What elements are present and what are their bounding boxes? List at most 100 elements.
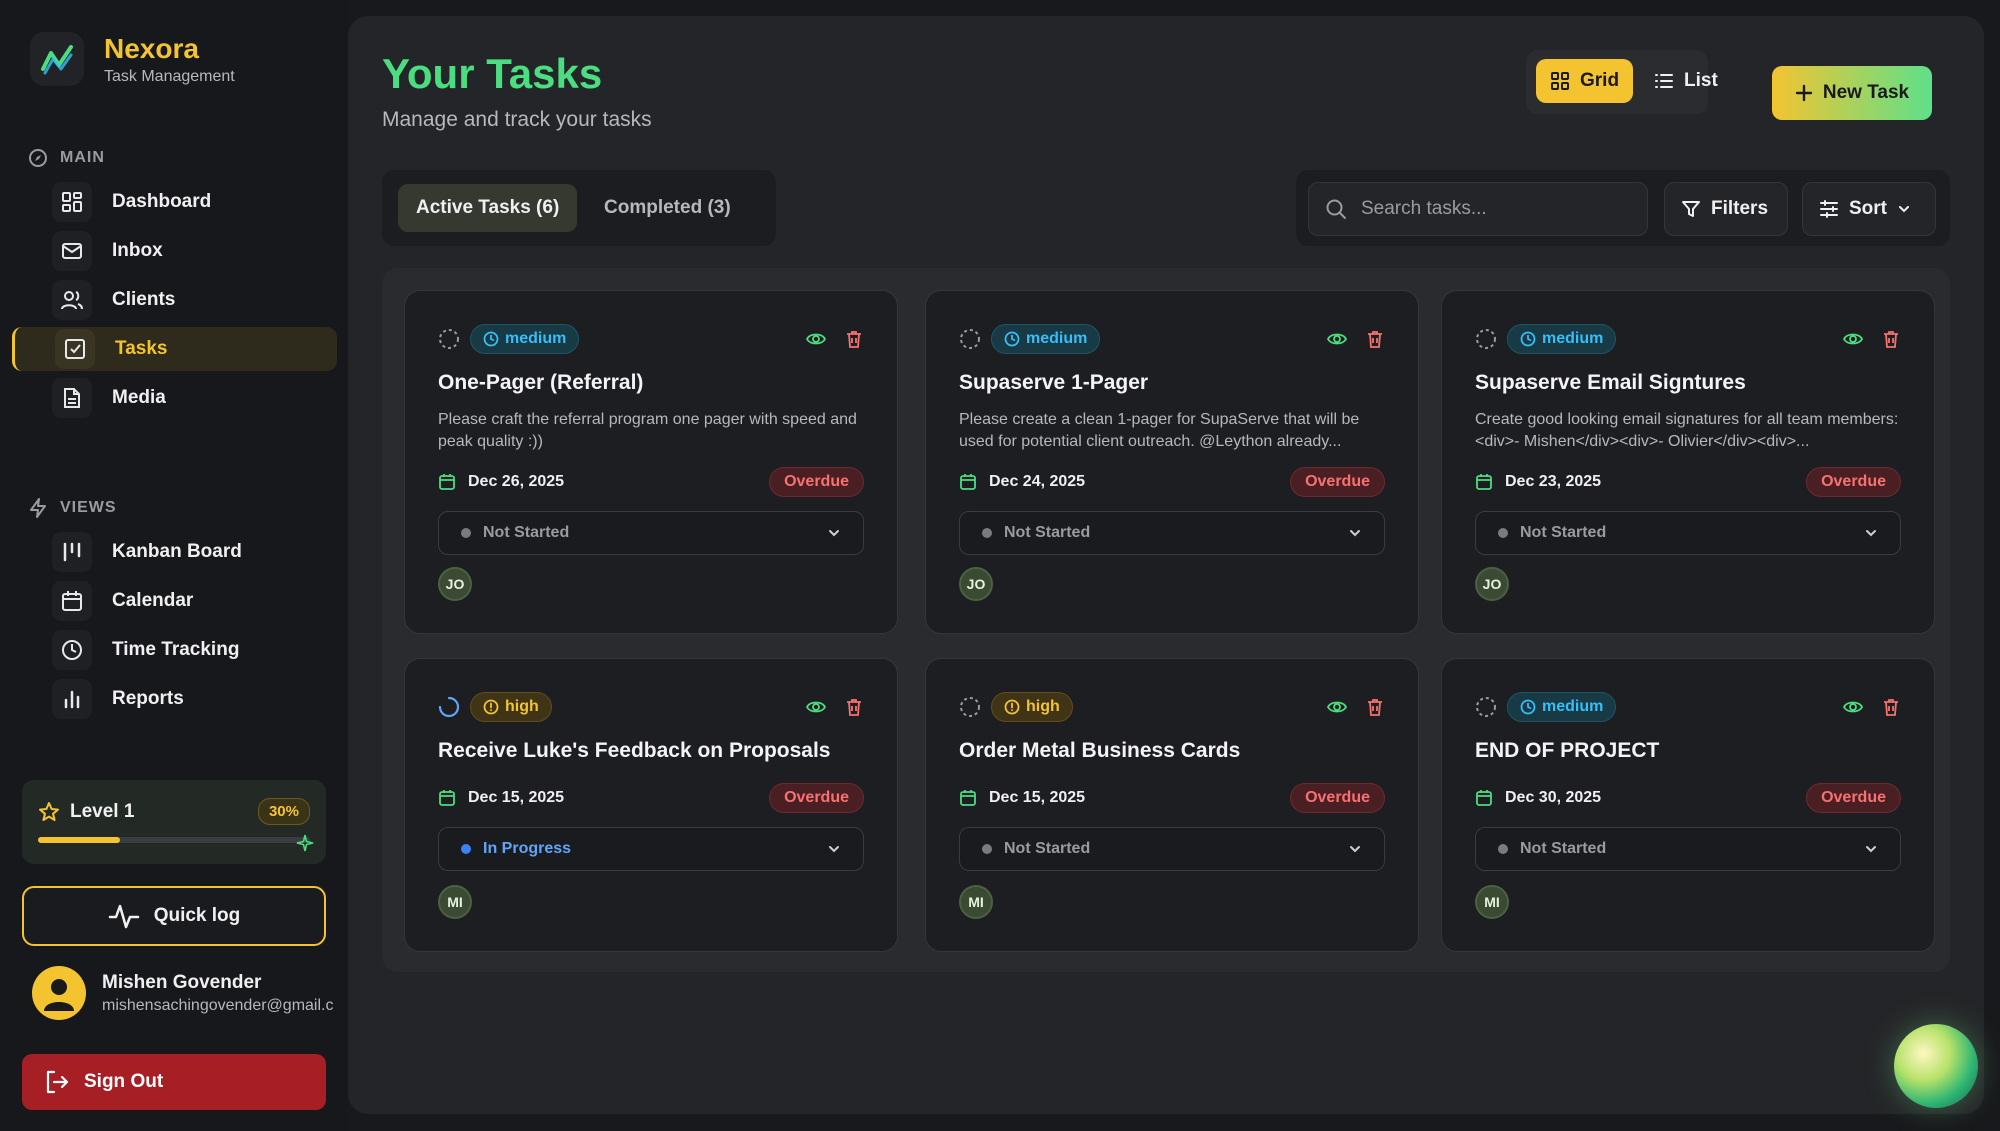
task-title: Supaserve 1-Pager <box>959 371 1149 394</box>
priority-badge: high <box>470 692 552 722</box>
sidebar-item-inbox[interactable]: Inbox <box>12 229 337 273</box>
task-card[interactable]: medium Supaserve Email Signtures Create … <box>1441 290 1935 634</box>
assistant-orb-button[interactable] <box>1894 1024 1978 1108</box>
trash-icon[interactable] <box>1881 329 1901 349</box>
priority-badge: high <box>991 692 1073 722</box>
eye-icon[interactable] <box>806 329 826 349</box>
assignee-avatar[interactable]: MI <box>959 885 993 919</box>
tab-active-tasks[interactable]: Active Tasks (6) <box>398 184 578 232</box>
sidebar-item-kanban-board[interactable]: Kanban Board <box>12 530 337 574</box>
task-card[interactable]: high Receive Luke's Feedback on Proposal… <box>404 658 898 952</box>
status-circle-icon[interactable] <box>1475 696 1497 718</box>
users-icon <box>52 280 92 320</box>
view-grid-button[interactable]: Grid <box>1536 59 1634 103</box>
overdue-badge: Overdue <box>1806 467 1901 497</box>
plus-icon <box>1795 84 1813 102</box>
sidebar-item-reports[interactable]: Reports <box>12 677 337 721</box>
trash-icon[interactable] <box>1365 329 1385 349</box>
status-dot <box>982 528 992 538</box>
view-list-button[interactable]: List <box>1640 59 1732 103</box>
task-card[interactable]: medium END OF PROJECT Dec 30, 2025 Overd… <box>1441 658 1935 952</box>
sidebar-item-time-tracking[interactable]: Time Tracking <box>12 628 337 672</box>
new-task-button[interactable]: New Task <box>1772 66 1932 120</box>
trash-icon[interactable] <box>844 697 864 717</box>
calendar-icon <box>1476 474 1492 490</box>
task-card[interactable]: medium One-Pager (Referral) Please craft… <box>404 290 898 634</box>
status-value: Not Started <box>483 524 570 541</box>
sidebar-item-label: Calendar <box>112 590 194 611</box>
sidebar-item-calendar[interactable]: Calendar <box>12 579 337 623</box>
sidebar-item-clients[interactable]: Clients <box>12 278 337 322</box>
status-select[interactable]: In Progress <box>438 827 864 871</box>
eye-icon[interactable] <box>1843 329 1863 349</box>
quick-log-label: Quick log <box>153 905 241 926</box>
user-email: mishensachingovender@gmail.c <box>102 996 334 1014</box>
priority-label: medium <box>1542 330 1604 347</box>
brand[interactable]: Nexora Task Management <box>30 32 235 86</box>
sort-button[interactable]: Sort <box>1802 182 1936 236</box>
bar-chart-icon <box>52 679 92 719</box>
chevron-down-icon <box>1866 846 1876 853</box>
priority-badge: medium <box>470 324 580 354</box>
task-title: Supaserve Email Signtures <box>1475 371 1746 394</box>
quick-log-button[interactable]: Quick log <box>22 886 326 946</box>
status-circle-icon[interactable] <box>438 328 460 350</box>
section-main-label: MAIN <box>60 149 105 166</box>
priority-label: medium <box>1542 698 1604 715</box>
user-name: Mishen Govender <box>102 971 262 993</box>
status-circle-icon[interactable] <box>959 696 981 718</box>
status-circle-icon[interactable] <box>1475 328 1497 350</box>
task-card[interactable]: medium Supaserve 1-Pager Please create a… <box>925 290 1419 634</box>
eye-icon[interactable] <box>1843 697 1863 717</box>
eye-icon[interactable] <box>1327 697 1347 717</box>
status-dot <box>461 844 471 854</box>
assignee-avatar[interactable]: JO <box>959 567 993 601</box>
search-icon <box>1326 199 1346 219</box>
status-value: Not Started <box>1520 524 1607 541</box>
status-circle-icon[interactable] <box>959 328 981 350</box>
clock-icon <box>1520 699 1536 715</box>
priority-label: high <box>1026 698 1060 715</box>
sidebar-item-tasks[interactable]: Tasks <box>12 327 337 371</box>
task-due-date: Dec 15, 2025 <box>989 789 1086 806</box>
task-tabs: Active Tasks (6) Completed (3) <box>382 170 776 246</box>
filters-button[interactable]: Filters <box>1664 182 1788 236</box>
status-select[interactable]: Not Started <box>1475 511 1901 555</box>
alert-circle-icon <box>483 699 499 715</box>
assignee-avatar[interactable]: MI <box>1475 885 1509 919</box>
status-select[interactable]: Not Started <box>1475 827 1901 871</box>
tab-completed[interactable]: Completed (3) <box>586 184 749 232</box>
user-profile[interactable]: Mishen Govender mishensachingovender@gma… <box>32 966 348 1020</box>
assignee-avatar[interactable]: JO <box>438 567 472 601</box>
status-select[interactable]: Not Started <box>438 511 864 555</box>
task-description: Please create a clean 1-pager for SupaSe… <box>959 411 1360 450</box>
sparkle-icon <box>296 834 314 852</box>
trash-icon[interactable] <box>1881 697 1901 717</box>
status-select[interactable]: Not Started <box>959 511 1385 555</box>
kanban-icon <box>52 532 92 572</box>
trash-icon[interactable] <box>1365 697 1385 717</box>
sidebar-item-label: Kanban Board <box>112 541 242 562</box>
sidebar-item-media[interactable]: Media <box>12 376 337 420</box>
eye-icon[interactable] <box>1327 329 1347 349</box>
section-views: VIEWS <box>28 498 117 518</box>
sliders-icon <box>1820 200 1838 218</box>
brand-name: Nexora <box>104 33 199 64</box>
assignee-avatar[interactable]: MI <box>438 885 472 919</box>
sidebar-item-label: Media <box>112 387 166 408</box>
in-progress-spinner-icon[interactable] <box>438 696 460 718</box>
main-panel: Your Tasks Manage and track your tasks G… <box>348 16 1984 1114</box>
status-value: Not Started <box>1004 524 1091 541</box>
eye-icon[interactable] <box>806 697 826 717</box>
calendar-icon <box>439 474 455 490</box>
assignee-avatar[interactable]: JO <box>1475 567 1509 601</box>
status-select[interactable]: Not Started <box>959 827 1385 871</box>
sidebar-item-label: Dashboard <box>112 191 212 212</box>
trash-icon[interactable] <box>844 329 864 349</box>
task-card[interactable]: high Order Metal Business Cards Dec 15, … <box>925 658 1419 952</box>
search-input[interactable] <box>1361 198 1621 220</box>
sidebar-item-dashboard[interactable]: Dashboard <box>12 180 337 224</box>
section-views-label: VIEWS <box>60 499 117 516</box>
status-dot <box>1498 528 1508 538</box>
sign-out-button[interactable]: Sign Out <box>22 1054 326 1110</box>
